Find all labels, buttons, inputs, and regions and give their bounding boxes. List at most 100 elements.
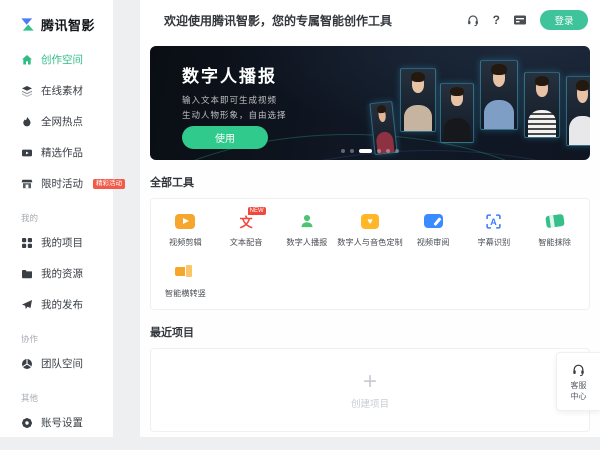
sidebar-item-label: 账号设置 [41, 415, 83, 430]
banner-desc-line2: 生动人物形象，自由选择 [182, 109, 287, 121]
sidebar-item-label: 我的资源 [41, 266, 83, 281]
digital-human-card [480, 60, 518, 130]
sidebar-item-label: 在线素材 [41, 83, 83, 98]
tool-video-review[interactable]: 视频审阅 [403, 212, 464, 248]
digital-human-icon [299, 212, 315, 230]
tool-label: 文本配音 [230, 236, 263, 248]
review-icon [424, 212, 443, 230]
sidebar-item-limited-events[interactable]: 限时活动 精彩活动 [0, 168, 113, 199]
sidebar-item-trending[interactable]: 全网热点 [0, 106, 113, 137]
sidebar-item-team-space[interactable]: 团队空间 [0, 348, 113, 379]
tool-label: 字幕识别 [477, 236, 510, 248]
sidebar-section-label-other: 其他 [0, 392, 113, 404]
recent-section-title: 最近项目 [150, 324, 590, 340]
sidebar: 腾讯智影 创作空间 在线素材 全网热点 精选作品 限时活动 精彩活 [0, 0, 113, 437]
brand-logo: 腾讯智影 [0, 0, 113, 34]
create-project-label: 创建项目 [351, 396, 389, 410]
help-icon[interactable]: ? [493, 13, 500, 27]
tool-label: 数字人播报 [286, 236, 327, 248]
sidebar-item-my-resources[interactable]: 我的资源 [0, 258, 113, 289]
tool-voice-custom[interactable]: ♥ 数字人与音色定制 [337, 212, 403, 248]
customer-service-widget[interactable]: 客服中心 [556, 352, 600, 411]
carousel-dots [150, 149, 590, 153]
main-panel: 欢迎使用腾讯智影，您的专属智能创作工具 ? 登录 数字人播报 [140, 0, 600, 437]
tools-section-title: 全部工具 [150, 174, 590, 190]
sidebar-item-label: 我的发布 [41, 297, 83, 312]
sidebar-item-my-projects[interactable]: 我的项目 [0, 227, 113, 258]
sidebar-item-label: 限时活动 [41, 176, 83, 191]
banner-use-button[interactable]: 使用 [182, 126, 268, 149]
event-badge: 精彩活动 [93, 179, 125, 189]
svg-text:A: A [491, 216, 498, 226]
storefront-icon [21, 178, 33, 190]
zenvideo-app: 腾讯智影 创作空间 在线素材 全网热点 精选作品 限时活动 精彩活 [0, 0, 600, 450]
main-header: 欢迎使用腾讯智影，您的专属智能创作工具 ? 登录 [140, 0, 600, 40]
digital-human-card [440, 83, 474, 143]
login-button[interactable]: 登录 [540, 10, 588, 30]
tool-label: 数字人与音色定制 [337, 236, 403, 248]
sidebar-item-label: 我的项目 [41, 235, 83, 250]
tool-digital-human[interactable]: 数字人播报 [276, 212, 337, 248]
carousel-dot[interactable] [377, 149, 381, 153]
recent-projects-card: + 创建项目 [150, 348, 590, 432]
header-actions: ? 登录 [466, 10, 588, 30]
tools-grid: 视频剪辑 文NEW 文本配音 数字人播报 ♥ 数字人与音色定制 [155, 212, 585, 299]
brand-name: 腾讯智影 [41, 15, 95, 34]
welcome-text: 欢迎使用腾讯智影，您的专属智能创作工具 [164, 12, 392, 29]
digital-human-card [369, 101, 397, 155]
sidebar-nav: 创作空间 在线素材 全网热点 精选作品 限时活动 精彩活动 我的 [0, 34, 113, 438]
grid-icon [21, 237, 33, 249]
headset-icon [571, 362, 586, 377]
team-icon [21, 358, 33, 370]
tool-subtitle-recognition[interactable]: A 字幕识别 [464, 212, 525, 248]
carousel-dot[interactable] [341, 149, 345, 153]
digital-human-card [524, 72, 560, 138]
subtitle-icon: A [485, 212, 502, 230]
carousel-dot[interactable] [350, 149, 354, 153]
customer-service-label: 客服中心 [571, 380, 587, 402]
digital-human-card [400, 68, 436, 132]
sidebar-section-label-collab: 协作 [0, 333, 113, 345]
sidebar-item-featured-works[interactable]: 精选作品 [0, 137, 113, 168]
tools-card: 视频剪辑 文NEW 文本配音 数字人播报 ♥ 数字人与音色定制 [150, 198, 590, 310]
tool-smart-erase[interactable]: 智能抹除 [524, 212, 585, 248]
sidebar-item-online-materials[interactable]: 在线素材 [0, 75, 113, 106]
sidebar-item-creation-space[interactable]: 创作空间 [0, 44, 113, 75]
banner-title: 数字人播报 [182, 62, 277, 87]
tool-label: 智能横转竖 [165, 287, 206, 299]
video-icon [21, 147, 33, 159]
layers-icon [21, 85, 33, 97]
tool-label: 视频审阅 [417, 236, 450, 248]
flame-icon [21, 116, 33, 128]
text-dub-icon: 文NEW [240, 212, 253, 230]
new-badge: NEW [248, 207, 266, 215]
sidebar-item-label: 全网热点 [41, 114, 83, 129]
carousel-dot-active[interactable] [359, 149, 372, 153]
clapper-icon [175, 212, 195, 230]
tool-label: 智能抹除 [538, 236, 571, 248]
tool-video-edit[interactable]: 视频剪辑 [155, 212, 216, 248]
headset-icon[interactable] [466, 13, 480, 27]
tool-horizontal-to-vertical[interactable]: 智能横转竖 [155, 263, 216, 299]
tool-text-dubbing[interactable]: 文NEW 文本配音 [216, 212, 277, 248]
gear-icon [21, 417, 33, 429]
sidebar-item-label: 团队空间 [41, 356, 83, 371]
sidebar-item-label: 精选作品 [41, 145, 83, 160]
voice-heart-icon: ♥ [361, 212, 379, 230]
create-project-button[interactable]: + 创建项目 [351, 370, 389, 410]
sidebar-item-account-settings[interactable]: 账号设置 [0, 407, 113, 438]
tool-label: 视频剪辑 [169, 236, 202, 248]
hourglass-logo-icon [20, 17, 35, 32]
carousel-dot[interactable] [395, 149, 399, 153]
feedback-icon[interactable] [513, 14, 527, 26]
rotate-icon [175, 263, 195, 281]
digital-human-card [566, 76, 590, 146]
sidebar-section-label-mine: 我的 [0, 212, 113, 224]
sidebar-item-label: 创作空间 [41, 52, 83, 67]
carousel-dot[interactable] [386, 149, 390, 153]
sidebar-item-my-publications[interactable]: 我的发布 [0, 289, 113, 320]
folder-icon [21, 268, 33, 280]
eraser-icon [546, 212, 564, 230]
banner-desc-line1: 输入文本即可生成视频 [182, 94, 277, 106]
hero-banner: 数字人播报 输入文本即可生成视频 生动人物形象，自由选择 使用 [150, 46, 590, 160]
